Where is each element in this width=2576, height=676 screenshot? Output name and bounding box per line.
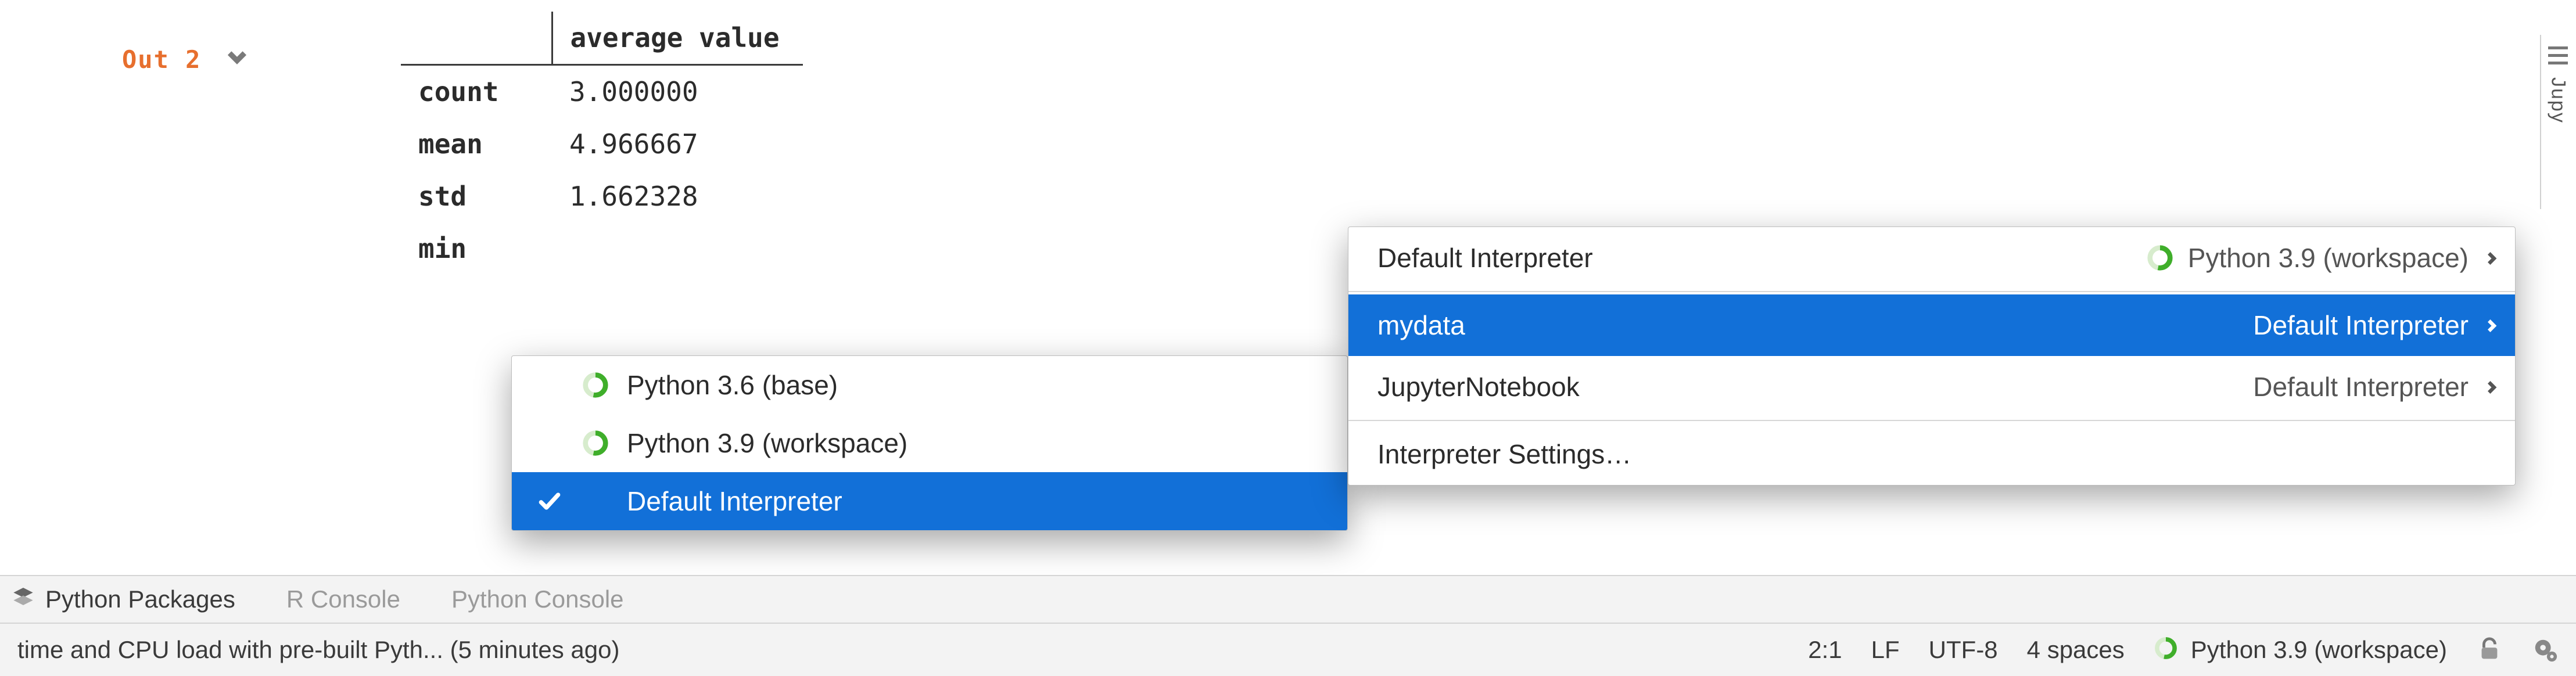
chevron-down-icon[interactable] [224,44,250,75]
interpreter-option[interactable]: Python 3.9 (workspace) [512,414,1347,472]
table-column-header: average value [552,12,803,65]
obscured-tab-text: R Console [286,585,400,613]
row-index: min [401,222,552,275]
settings-label: Interpreter Settings… [1377,438,1631,470]
python-packages-tab[interactable]: Python Packages [12,585,235,614]
cursor-position[interactable]: 2:1 [1808,636,1842,664]
chevron-right-icon [2482,242,2500,274]
tool-window-tabs: Python Packages R Console Python Console [0,575,2576,623]
project-interpreter-label: Default Interpreter [2253,371,2469,402]
project-interpreter-label: Default Interpreter [2253,310,2469,341]
interpreter-popup: Python 3.6 (base) Python 3.9 (workspace)… [511,355,1348,531]
row-index: std [401,170,552,222]
hamburger-icon [2548,46,2568,64]
row-right-label: Python 3.9 (workspace) [2188,242,2469,274]
file-encoding[interactable]: UTF-8 [1929,636,1998,664]
row-value: 1.662328 [552,170,803,222]
layers-icon [12,585,35,614]
status-message: time and CPU load with pre-built Pyth...… [17,636,619,664]
lock-icon[interactable] [2476,637,2503,663]
line-separator[interactable]: LF [1871,636,1900,664]
interpreter-option-label: Python 3.9 (workspace) [627,427,907,459]
project-row[interactable]: JupyterNotebook Default Interpreter [1348,356,2515,418]
loading-spinner-icon [582,371,609,399]
chevron-right-icon [2482,371,2500,402]
status-interpreter-label: Python 3.9 (workspace) [2191,636,2447,664]
status-bar: time and CPU load with pre-built Pyth...… [0,623,2576,676]
interpreter-option-label: Default Interpreter [627,486,842,517]
checkmark-icon [535,488,564,514]
indent-setting[interactable]: 4 spaces [2027,636,2125,664]
interpreter-option-selected[interactable]: Default Interpreter [512,472,1347,530]
interpreter-option[interactable]: Python 3.6 (base) [512,356,1347,414]
status-interpreter[interactable]: Python 3.9 (workspace) [2154,636,2447,664]
loading-spinner-icon [582,429,609,457]
chevron-right-icon [2482,310,2500,341]
loading-spinner-icon [2146,244,2174,272]
tab-label: Python Packages [45,585,235,613]
loading-spinner-icon [2154,636,2182,664]
row-value [552,222,803,275]
side-tab-label: Jupy [2547,77,2570,124]
table-index-header [401,12,552,65]
menu-separator [1348,420,2515,421]
table-row: count 3.000000 [401,65,803,118]
project-row-selected[interactable]: mydata Default Interpreter [1348,294,2515,356]
table-row: std 1.662328 [401,170,803,222]
row-value: 4.966667 [552,118,803,170]
project-interpreter-popup: Default Interpreter Python 3.9 (workspac… [1348,226,2516,486]
ide-status-widget-icon[interactable] [2532,637,2559,663]
row-index: mean [401,118,552,170]
table-row: min [401,222,803,275]
output-cell-label: Out 2 [122,45,201,74]
table-row: mean 4.966667 [401,118,803,170]
right-side-tab[interactable]: Jupy [2540,35,2575,209]
menu-separator [1348,291,2515,292]
interpreter-option-label: Python 3.6 (base) [627,369,838,401]
project-name: mydata [1377,310,1465,341]
obscured-tab-text: Python Console [451,585,624,613]
default-interpreter-row[interactable]: Default Interpreter Python 3.9 (workspac… [1348,227,2515,289]
interpreter-settings-row[interactable]: Interpreter Settings… [1348,423,2515,485]
row-index: count [401,65,552,118]
row-value: 3.000000 [552,65,803,118]
project-name: JupyterNotebook [1377,371,1580,402]
row-label: Default Interpreter [1377,242,1593,274]
dataframe-table: average value count 3.000000 mean 4.9666… [401,12,803,275]
